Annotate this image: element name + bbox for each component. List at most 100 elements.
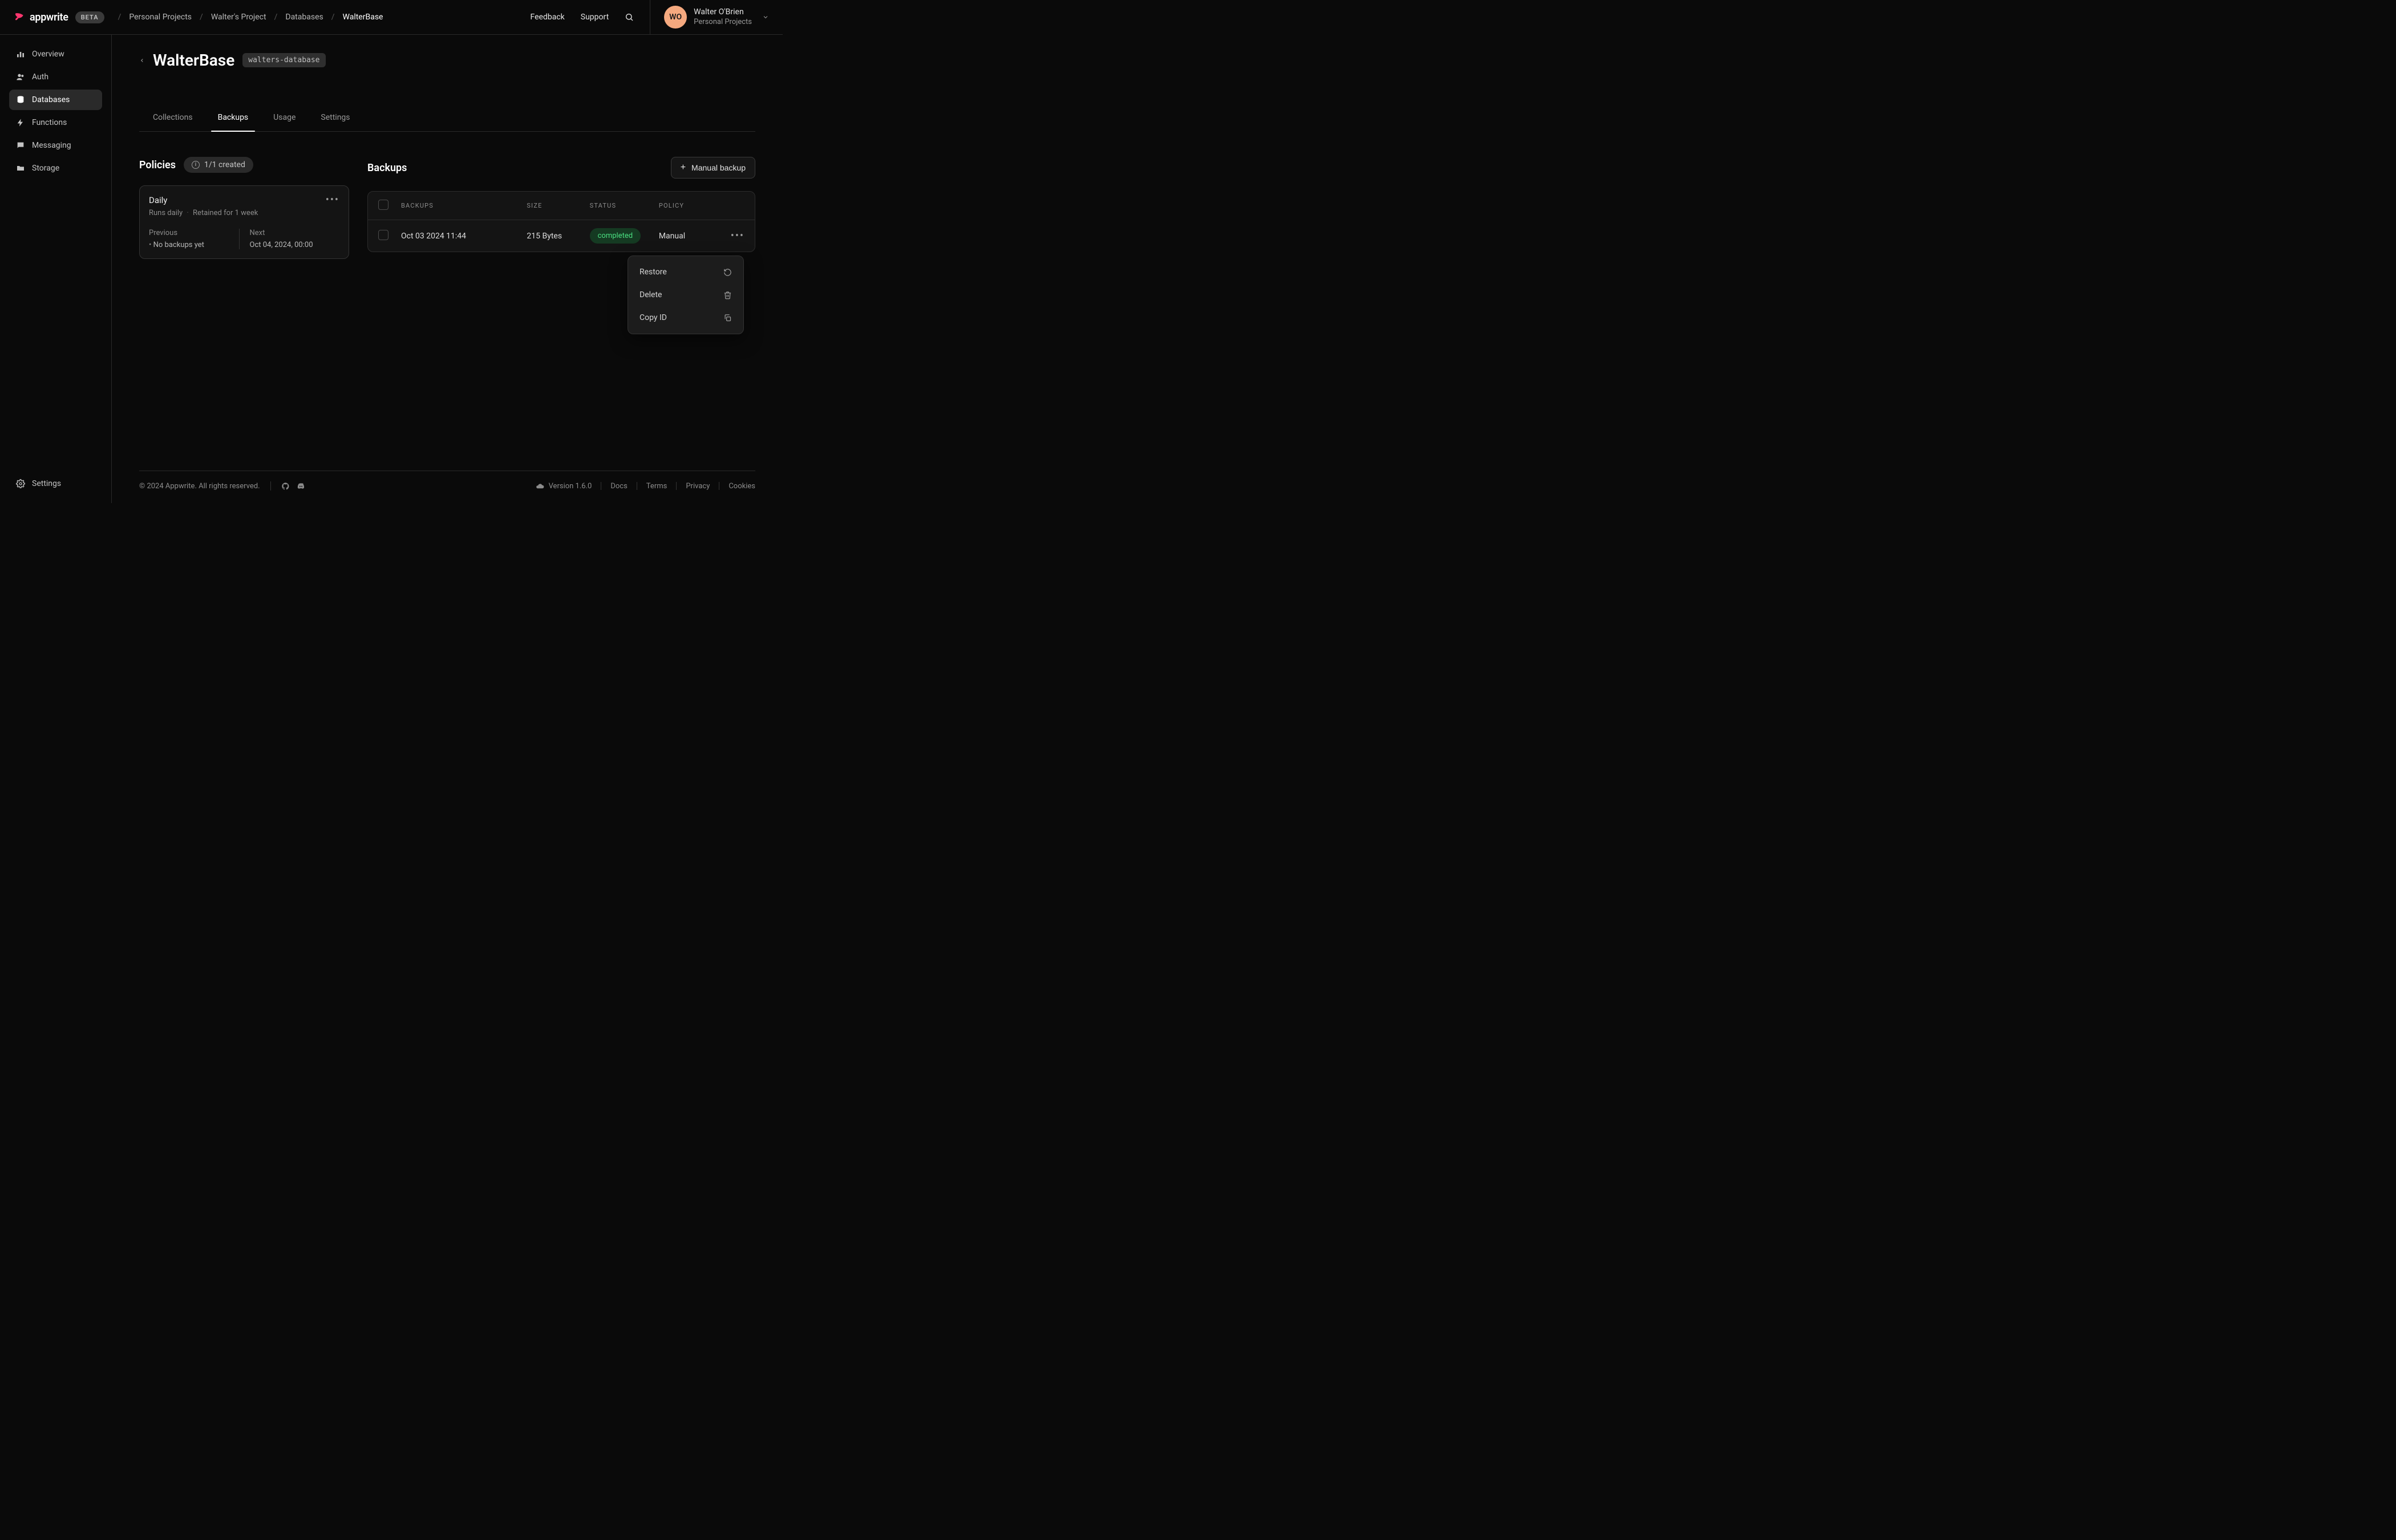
manual-backup-button[interactable]: + Manual backup — [671, 157, 755, 179]
manual-backup-label: Manual backup — [691, 163, 746, 172]
policy-subtitle: Runs daily · Retained for 1 week — [149, 209, 339, 217]
menu-copy-id[interactable]: Copy ID — [633, 306, 739, 329]
breadcrumb-sep: / — [331, 13, 335, 22]
select-all-checkbox[interactable] — [378, 200, 388, 210]
policy-more-button[interactable]: ••• — [326, 195, 339, 205]
breadcrumb-databases[interactable]: Databases — [285, 13, 323, 22]
breadcrumb-sep: / — [274, 13, 278, 22]
avatar: WO — [664, 6, 687, 29]
folder-icon — [16, 164, 25, 173]
footer-terms[interactable]: Terms — [646, 482, 667, 491]
support-link[interactable]: Support — [581, 13, 609, 22]
copy-icon — [723, 314, 732, 322]
menu-copy-id-label: Copy ID — [640, 313, 667, 322]
backups-table: BACKUPS SIZE STATUS POLICY Oct 03 2024 1… — [367, 191, 755, 252]
tab-usage[interactable]: Usage — [271, 106, 298, 131]
row-policy: Manual — [659, 232, 722, 241]
bolt-icon — [16, 118, 25, 127]
breadcrumb-sep: / — [200, 13, 203, 22]
user-menu[interactable]: WO Walter O'Brien Personal Projects — [650, 0, 769, 34]
tab-collections[interactable]: Collections — [151, 106, 195, 131]
breadcrumb-sep: / — [118, 13, 122, 22]
row-more-button[interactable]: ••• — [731, 230, 744, 242]
sidebar-item-settings[interactable]: Settings — [9, 473, 102, 494]
tab-backups[interactable]: Backups — [216, 106, 251, 131]
menu-restore[interactable]: Restore — [633, 261, 739, 283]
backups-section: Backups + Manual backup BACKUPS SIZE STA… — [367, 157, 755, 259]
page-title: WalterBase — [153, 51, 234, 70]
feedback-link[interactable]: Feedback — [531, 13, 565, 22]
backups-title: Backups — [367, 162, 407, 174]
sidebar-item-databases[interactable]: Databases — [9, 90, 102, 110]
row-size: 215 Bytes — [527, 232, 589, 241]
breadcrumb: / Personal Projects / Walter's Project /… — [118, 13, 383, 22]
sidebar-item-overview[interactable]: Overview — [9, 44, 102, 64]
user-text: Walter O'Brien Personal Projects — [694, 7, 752, 27]
menu-restore-label: Restore — [640, 268, 667, 277]
version-text: Version 1.6.0 — [549, 482, 592, 491]
cloud-icon — [536, 482, 544, 491]
breadcrumb-personal-projects[interactable]: Personal Projects — [129, 13, 192, 22]
footer: © 2024 Appwrite. All rights reserved. Ve… — [139, 471, 755, 503]
topbar: appwrite BETA / Personal Projects / Walt… — [0, 0, 783, 35]
policy-next-value: Oct 04, 2024, 00:00 — [250, 241, 340, 249]
version-info: Version 1.6.0 — [536, 482, 592, 491]
sidebar-item-storage[interactable]: Storage — [9, 158, 102, 179]
sidebar-item-label: Functions — [32, 118, 67, 127]
sidebar-item-auth[interactable]: Auth — [9, 67, 102, 87]
back-button[interactable] — [139, 56, 145, 64]
chevron-down-icon — [762, 14, 769, 21]
restore-icon — [723, 268, 732, 277]
menu-delete-label: Delete — [640, 290, 662, 299]
logo[interactable]: appwrite — [14, 11, 68, 23]
sidebar-item-label: Storage — [32, 164, 59, 173]
col-status: STATUS — [590, 202, 659, 209]
menu-delete[interactable]: Delete — [633, 283, 739, 306]
appwrite-logo-icon — [14, 11, 25, 23]
col-size: SIZE — [527, 202, 589, 209]
database-icon — [16, 95, 25, 104]
sidebar-item-label: Messaging — [32, 141, 71, 150]
tab-settings[interactable]: Settings — [318, 106, 352, 131]
brand-text: appwrite — [30, 11, 68, 23]
discord-icon[interactable] — [297, 482, 305, 491]
search-icon[interactable] — [625, 13, 634, 22]
breadcrumb-walters-project[interactable]: Walter's Project — [211, 13, 266, 22]
table-row[interactable]: Oct 03 2024 11:44 215 Bytes completed Ma… — [368, 220, 755, 252]
beta-badge: BETA — [75, 11, 104, 23]
user-name: Walter O'Brien — [694, 7, 752, 17]
breadcrumb-walterbase[interactable]: WalterBase — [343, 13, 383, 22]
footer-docs[interactable]: Docs — [610, 482, 627, 491]
github-icon[interactable] — [281, 482, 290, 491]
policies-title: Policies — [139, 159, 176, 171]
policy-retention: Retained for 1 week — [193, 209, 258, 217]
policy-previous-label: Previous — [149, 229, 239, 237]
policy-schedule: Runs daily — [149, 209, 183, 217]
row-checkbox[interactable] — [378, 230, 388, 240]
footer-privacy[interactable]: Privacy — [686, 482, 710, 491]
policies-count: 1/1 created — [204, 160, 245, 169]
col-backups: BACKUPS — [401, 202, 527, 209]
status-badge: completed — [590, 228, 641, 244]
sidebar-item-label: Databases — [32, 95, 70, 104]
gear-icon — [16, 479, 25, 488]
trash-icon — [723, 291, 732, 299]
row-date: Oct 03 2024 11:44 — [401, 232, 527, 241]
footer-cookies[interactable]: Cookies — [728, 482, 755, 491]
col-policy: POLICY — [659, 202, 722, 209]
chart-bar-icon — [16, 50, 25, 59]
sidebar-item-functions[interactable]: Functions — [9, 112, 102, 133]
user-org: Personal Projects — [694, 18, 752, 27]
sidebar: Overview Auth Databases Functions — [0, 35, 112, 503]
sidebar-item-label: Overview — [32, 50, 64, 59]
tabs: Collections Backups Usage Settings — [139, 106, 755, 132]
sidebar-item-label: Settings — [32, 479, 61, 488]
policy-name: Daily — [149, 195, 167, 205]
row-context-menu: Restore Delete Copy ID — [628, 256, 744, 334]
policy-previous-value: No backups yet — [149, 241, 239, 249]
database-id-badge: walters-database — [242, 53, 325, 67]
sidebar-item-messaging[interactable]: Messaging — [9, 135, 102, 156]
users-icon — [16, 72, 25, 82]
sidebar-item-label: Auth — [32, 72, 48, 82]
table-head: BACKUPS SIZE STATUS POLICY — [368, 192, 755, 220]
